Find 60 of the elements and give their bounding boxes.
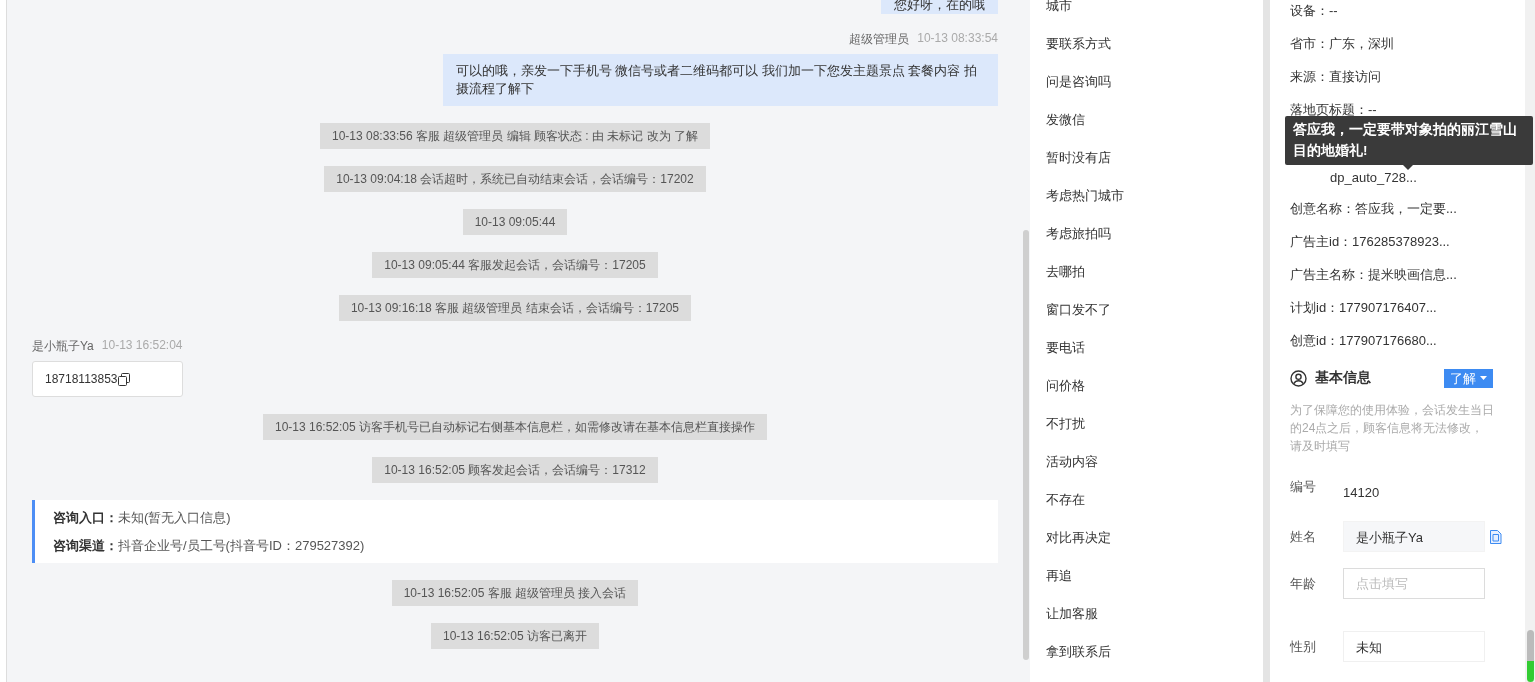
field-label: 性别 [1290,637,1317,656]
message-time: 10-13 08:33:54 [917,31,998,47]
system-notice: 10-13 16:52:05 顾客发起会话，会话编号：17312 [372,457,658,483]
sender-name: 超级管理员 [849,31,910,48]
info-line: 广告主id：176285378923... [1290,233,1450,251]
field-value: 14120 [1343,484,1381,502]
field-label: 编号 [1290,478,1317,496]
quick-reply-item[interactable]: 拿到联系后 [1046,633,1111,671]
scrollbar[interactable] [1023,230,1029,660]
quick-reply-item[interactable]: 要电话 [1046,329,1085,367]
message-bubble: 18718113853 [32,361,183,397]
system-notice: 10-13 16:52:05 访客手机号已自动标记右侧基本信息栏，如需修改请在基本信息栏直接操作 [262,414,768,440]
field-label: 年龄 [1290,574,1317,593]
info-line: 创意id：177907176680... [1290,332,1437,350]
quick-reply-item[interactable]: 发微信 [1046,101,1085,139]
notice-text: 为了保障您的使用体验，会话发生当日的24点之后，顾客信息将无法修改，请及时填写 [1290,402,1495,455]
copy-icon[interactable] [117,372,130,386]
user-circle-icon [1290,369,1307,387]
name-field[interactable]: 是小瓶子Ya [1343,521,1485,552]
system-notice: 10-13 16:52:05 访客已离开 [430,623,600,649]
system-notice: 10-13 09:05:44 客服发起会话，会话编号：17205 [372,252,658,278]
quick-reply-item[interactable]: 不打扰 [1046,405,1085,443]
system-notice: 10-13 16:52:05 客服 超级管理员 接入会话 [391,580,639,606]
info-line: 咨询渠道：抖音企业号/员工号(抖音号ID：279527392) [53,537,366,555]
quick-reply-item[interactable]: 问价格 [1046,367,1085,405]
info-line: 设备：-- [1290,2,1338,20]
info-line: 来源：直接访问 [1290,68,1381,86]
quick-reply-item[interactable]: 窗口发不了 [1046,291,1111,329]
tooltip: 答应我，一定要带对象拍的丽江雪山目的地婚礼! [1285,116,1533,170]
info-line: 计划id：177907176407... [1290,299,1437,317]
quick-reply-item[interactable]: 考虑热门城市 [1046,177,1124,215]
quick-reply-item[interactable]: 考虑旅拍吗 [1046,215,1111,253]
info-line: 咨询入口：未知(暂无入口信息) [53,509,232,527]
message-bubble: 可以的哦，亲发一下手机号 微信号或者二维码都可以 我们加一下您发主题景点 套餐内容 拍摄流程了解下 [443,54,998,106]
sender-name: 是小瓶子Ya [32,338,94,355]
info-line: dp_auto_728... [1329,169,1417,187]
quick-reply-item[interactable]: 暂时没有店 [1046,139,1111,177]
system-notice: 10-13 09:16:18 客服 超级管理员 结束会话，会话编号：17205 [338,295,692,321]
info-line: 创意名称：答应我，一定要... [1290,200,1457,218]
caret-icon [1480,376,1487,380]
quick-reply-item[interactable]: 不存在 [1046,481,1085,519]
gender-field[interactable]: 未知 [1343,631,1485,662]
info-line: 省市：广东，深圳 [1290,35,1394,53]
system-notice: 10-13 08:33:56 客服 超级管理员 编辑 顾客状态 : 由 未标记 改为 了解 [319,123,711,149]
system-notice: 10-13 09:04:18 会话超时，系统已自动结束会话，会话编号：17202 [324,166,706,192]
age-field[interactable]: 点击填写 [1343,568,1485,599]
quick-reply-item[interactable]: 再追 [1046,557,1072,595]
quick-reply-item[interactable]: 让加客服 [1046,595,1098,633]
quick-reply-item[interactable]: 去哪拍 [1046,253,1085,291]
quick-reply-item[interactable]: 对比再决定 [1046,519,1111,557]
quick-reply-item[interactable]: 要联系方式 [1046,25,1111,63]
system-notice: 10-13 09:05:44 [462,209,568,235]
info-line: 落地页标题：-- [1290,101,1377,119]
field-label: 姓名 [1290,527,1317,546]
section-title: 基本信息 [1315,369,1371,387]
quick-reply-item[interactable]: 问是咨询吗 [1046,63,1111,101]
info-line: 广告主名称：提米映画信息... [1290,266,1457,284]
quick-reply-item[interactable]: 活动内容 [1046,443,1098,481]
message-time: 10-13 16:52:04 [101,338,183,354]
scrollbar-thumb[interactable] [1527,630,1534,682]
